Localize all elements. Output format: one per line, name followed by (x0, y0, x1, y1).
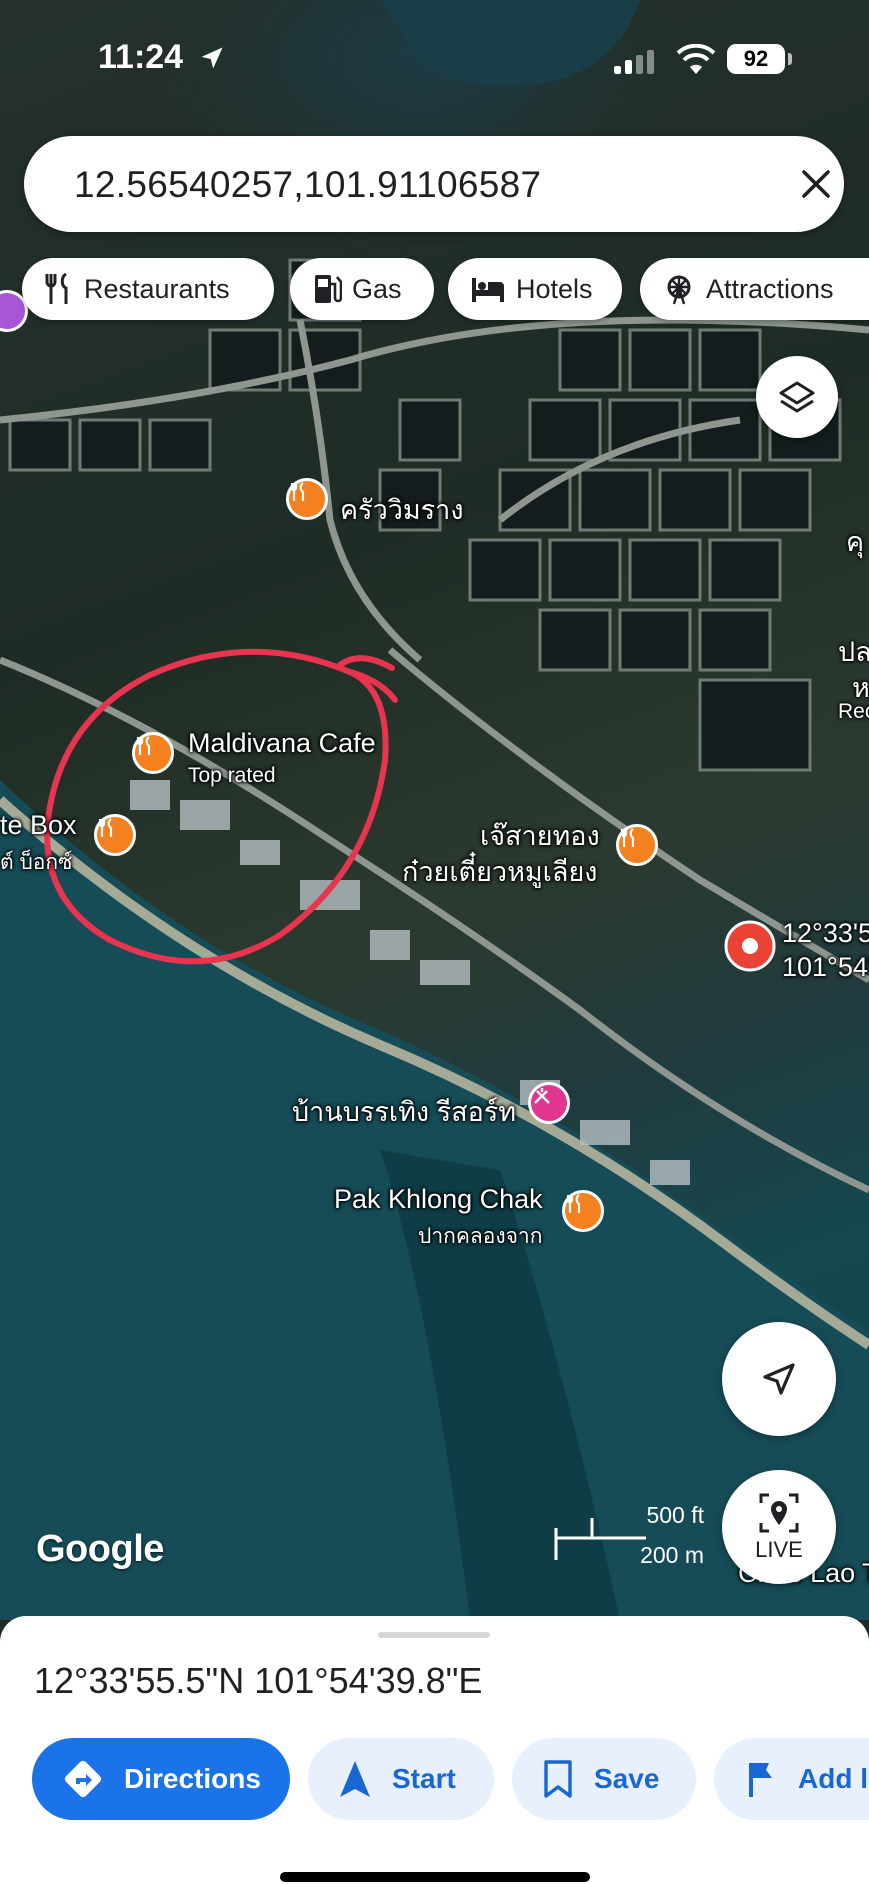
restaurant-pin-icon[interactable] (94, 814, 136, 856)
live-view-button[interactable]: LIVE (722, 1470, 836, 1584)
scale-feet: 500 ft (646, 1502, 704, 1528)
home-indicator (280, 1872, 590, 1882)
ferris-wheel-icon (662, 272, 696, 306)
scale-meters: 200 m (640, 1542, 704, 1568)
bed-icon (470, 274, 506, 304)
chip-restaurants[interactable]: Restaurants (22, 258, 274, 320)
start-button[interactable]: Start (308, 1738, 494, 1820)
place-sublabel-te-box-thai: ต์ บ็อกซ์ (0, 851, 73, 874)
chip-hotels[interactable]: Hotels (448, 258, 622, 320)
restaurant-pin-icon[interactable] (616, 824, 658, 866)
live-view-label: LIVE (755, 1537, 803, 1562)
layers-icon (779, 381, 815, 413)
restaurant-pin-icon[interactable] (132, 732, 174, 774)
navigation-arrow-icon (763, 1363, 795, 1395)
gas-pump-icon (312, 272, 342, 306)
bookmark-icon (542, 1759, 574, 1799)
resort-pin-icon[interactable] (528, 1082, 570, 1124)
close-icon[interactable] (796, 164, 836, 204)
place-label-ban-banthoeng-resort[interactable]: บ้านบรรเทิง รีสอร์ท (292, 1090, 516, 1133)
dropped-pin-coord-lon: 101°54' (782, 952, 869, 982)
status-bar: 11:24 92 (0, 0, 869, 110)
google-logo: Google (36, 1528, 164, 1570)
place-label-maldivana-cafe[interactable]: Maldivana Cafe (188, 728, 376, 759)
place-label-edge-1: คุ (846, 527, 865, 557)
add-label-button[interactable]: Add l (714, 1738, 869, 1820)
place-sublabel-top-rated: Top rated (188, 764, 276, 787)
live-view-icon (759, 1493, 799, 1533)
location-arrow-icon (201, 47, 223, 69)
place-label-edge-3: Rec (838, 700, 869, 723)
chip-attractions[interactable]: Attractions (640, 258, 869, 320)
place-sublabel-noodle: ก๋วยเตี๋ยวหมูเลียง (402, 857, 598, 887)
chip-restaurants-label: Restaurants (84, 273, 230, 304)
place-sublabel-pak-khlong-chak-thai: ปากคลองจาก (418, 1225, 543, 1248)
flag-icon (744, 1759, 778, 1799)
search-bar[interactable]: 12.56540257,101.91106587 (24, 136, 844, 232)
place-label-krua-wimrang[interactable]: ครัววิมราง (340, 488, 464, 531)
place-bottom-sheet[interactable]: 12°33'55.5"N 101°54'39.8"E Directions St… (0, 1616, 869, 1884)
directions-button[interactable]: Directions (32, 1738, 290, 1820)
status-time: 11:24 (98, 38, 184, 76)
navigation-arrow-icon (338, 1759, 372, 1799)
directions-icon (62, 1758, 104, 1800)
save-button[interactable]: Save (512, 1738, 696, 1820)
cellular-signal-icon (614, 50, 654, 74)
restaurant-pin-icon[interactable] (286, 478, 328, 520)
fork-knife-icon (44, 272, 74, 306)
chip-attractions-label: Attractions (706, 273, 834, 304)
layers-button[interactable] (756, 356, 838, 438)
start-label: Start (392, 1763, 456, 1794)
sheet-drag-handle[interactable] (378, 1632, 490, 1638)
chip-gas[interactable]: Gas (290, 258, 434, 320)
chip-hotels-label: Hotels (516, 273, 593, 304)
place-coordinates: 12°33'55.5"N 101°54'39.8"E (34, 1660, 483, 1701)
place-label-te-box[interactable]: te Box (0, 810, 77, 841)
chip-gas-label: Gas (352, 273, 402, 304)
wifi-icon (676, 44, 716, 74)
add-label-text: Add l (798, 1763, 868, 1794)
search-input[interactable]: 12.56540257,101.91106587 (74, 164, 541, 206)
dropped-pin-coord-lat: 12°33'5 (782, 918, 869, 948)
battery-tip (788, 53, 792, 65)
save-label: Save (594, 1763, 660, 1794)
scale-bar: 500 ft 200 m (554, 1500, 704, 1568)
place-label-pak-khlong-chak[interactable]: Pak Khlong Chak (334, 1184, 543, 1215)
restaurant-pin-icon[interactable] (562, 1190, 604, 1232)
directions-label: Directions (124, 1763, 261, 1794)
battery-indicator: 92 (727, 44, 785, 74)
my-location-button[interactable] (722, 1322, 836, 1436)
